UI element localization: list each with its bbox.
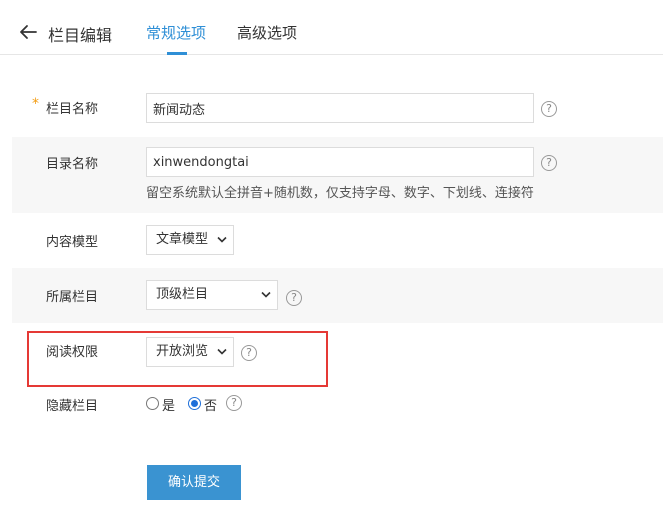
column-name-row: * 栏目名称 ? xyxy=(12,80,663,137)
hidden-no-label[interactable]: 否 xyxy=(204,395,217,414)
column-name-label: 栏目名称 xyxy=(46,102,99,117)
highlight-annotation-box xyxy=(27,331,328,387)
content-model-select[interactable]: 文章模型 xyxy=(146,225,234,255)
parent-column-row: 所属栏目 顶级栏目 ? xyxy=(12,268,663,323)
parent-column-select[interactable]: 顶级栏目 xyxy=(146,280,278,310)
directory-name-input[interactable] xyxy=(146,147,534,177)
active-tab-indicator xyxy=(167,52,187,55)
hidden-column-label: 隐藏栏目 xyxy=(46,399,99,414)
content-model-row: 内容模型 文章模型 xyxy=(12,213,663,268)
column-name-input[interactable] xyxy=(146,93,534,123)
parent-column-help-icon[interactable]: ? xyxy=(286,290,302,306)
tab-advanced-options[interactable]: 高级选项 xyxy=(237,22,297,43)
hidden-no-radio[interactable] xyxy=(188,397,201,410)
directory-name-label: 目录名称 xyxy=(46,157,99,172)
back-arrow-icon[interactable] xyxy=(16,20,40,44)
directory-name-help-icon[interactable]: ? xyxy=(541,155,557,171)
chevron-down-icon xyxy=(261,291,271,298)
hidden-yes-radio[interactable] xyxy=(146,397,159,410)
chevron-down-icon xyxy=(217,236,227,243)
hidden-yes-label[interactable]: 是 xyxy=(162,395,175,414)
header-bar: 栏目编辑 常规选项 高级选项 xyxy=(0,0,663,55)
page-title: 栏目编辑 xyxy=(48,26,113,45)
required-mark: * xyxy=(32,96,39,112)
parent-column-value: 顶级栏目 xyxy=(156,287,209,302)
hidden-column-row: 隐藏栏目 是 否 ? xyxy=(12,385,663,425)
column-name-help-icon[interactable]: ? xyxy=(541,101,557,117)
submit-button[interactable]: 确认提交 xyxy=(147,465,241,500)
content-model-label: 内容模型 xyxy=(46,235,99,250)
hidden-column-help-icon[interactable]: ? xyxy=(226,395,242,411)
directory-name-hint: 留空系统默认全拼音+随机数，仅支持字母、数字、下划线、连接符 xyxy=(146,186,534,201)
content-model-value: 文章模型 xyxy=(156,232,209,247)
directory-name-row: 目录名称 ? 留空系统默认全拼音+随机数，仅支持字母、数字、下划线、连接符 xyxy=(12,137,663,213)
parent-column-label: 所属栏目 xyxy=(46,290,99,305)
tab-general-options[interactable]: 常规选项 xyxy=(146,22,206,43)
